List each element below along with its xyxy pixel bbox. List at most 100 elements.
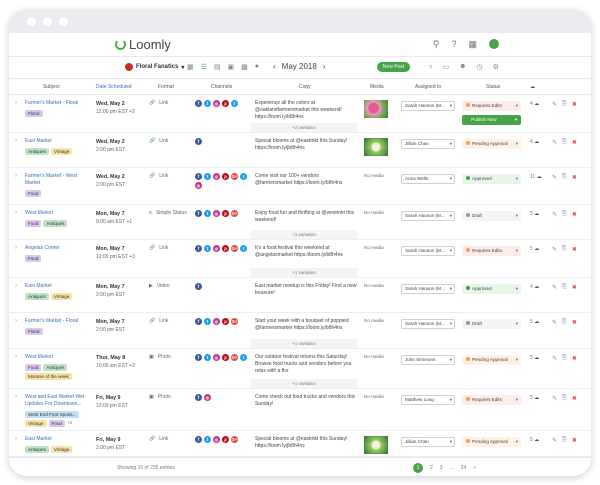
- variation-toggle[interactable]: +2 variation: [251, 123, 357, 132]
- search-icon[interactable]: ⚲: [433, 39, 440, 50]
- expand-chevron-icon[interactable]: ›: [15, 318, 17, 324]
- post-copy[interactable]: Come check out food trucks and vendors t…: [255, 394, 357, 408]
- status-select[interactable]: Pending Approval: [462, 139, 521, 149]
- tag[interactable]: Antiques: [43, 364, 68, 371]
- variation-toggle[interactable]: +1 variation: [251, 268, 357, 277]
- grid-icon[interactable]: ▦: [468, 39, 477, 50]
- bulb-icon[interactable]: ●: [255, 63, 259, 71]
- copy-icon[interactable]: ⎘: [562, 101, 567, 108]
- page-button[interactable]: 24: [461, 465, 467, 471]
- assignee-select[interactable]: John Simmons: [401, 355, 455, 365]
- comments-count[interactable]: 5 ☁: [530, 355, 539, 361]
- comments-count[interactable]: 5 ☁: [530, 211, 539, 217]
- variation-toggle[interactable]: +1 variation: [251, 339, 357, 348]
- expand-chevron-icon[interactable]: ›: [15, 394, 17, 400]
- list-view-icon[interactable]: ☰: [201, 63, 207, 71]
- copy-icon[interactable]: ⎘: [562, 174, 567, 181]
- avatar[interactable]: [489, 39, 499, 49]
- ideas-view-icon[interactable]: ▣: [228, 63, 235, 71]
- edit-icon[interactable]: ✎: [552, 319, 557, 326]
- page-button[interactable]: ...: [450, 465, 454, 471]
- tag[interactable]: Food: [25, 220, 42, 227]
- assignee-select[interactable]: Sarah Hanson (M...: [401, 319, 455, 329]
- post-subject-link[interactable]: East Market: [25, 436, 87, 443]
- copy-icon[interactable]: ⎘: [562, 246, 567, 253]
- status-select[interactable]: Requires Edits: [462, 395, 521, 405]
- trash-icon[interactable]: ✖: [572, 355, 577, 362]
- print-icon[interactable]: ▭: [443, 63, 450, 71]
- trash-icon[interactable]: ✖: [572, 246, 577, 253]
- expand-chevron-icon[interactable]: ›: [15, 354, 17, 360]
- tag[interactable]: Food: [25, 190, 42, 197]
- filter-icon[interactable]: ▿: [429, 63, 433, 71]
- edit-icon[interactable]: ✎: [552, 284, 557, 291]
- tag[interactable]: Floral: [25, 328, 43, 335]
- expand-chevron-icon[interactable]: ›: [15, 436, 17, 442]
- gear-icon[interactable]: ⚙: [493, 63, 499, 71]
- post-copy[interactable]: Come visit our 100+ vendors @farmersmark…: [255, 173, 357, 187]
- expand-chevron-icon[interactable]: ›: [15, 138, 17, 144]
- comments-count[interactable]: 5 ☁: [530, 437, 539, 443]
- comments-count[interactable]: 4 ☁: [530, 139, 539, 145]
- page-button[interactable]: 2: [430, 465, 433, 471]
- tag[interactable]: West End Foot Spons...: [25, 411, 80, 418]
- tag[interactable]: Vintage: [50, 446, 73, 453]
- comments-count[interactable]: 5 ☁: [530, 246, 539, 252]
- clock-icon[interactable]: ◷: [477, 63, 483, 71]
- tag[interactable]: Vintage: [50, 148, 73, 155]
- status-select[interactable]: Approved: [462, 284, 521, 294]
- comments-count[interactable]: 5 ☁: [530, 319, 539, 325]
- comments-count[interactable]: 4 ☁: [530, 284, 539, 290]
- status-select[interactable]: Pending Approval: [462, 437, 521, 447]
- status-select[interactable]: Requires Edits: [462, 101, 521, 111]
- copy-icon[interactable]: ⎘: [562, 139, 567, 146]
- trash-icon[interactable]: ✖: [572, 395, 577, 402]
- column-subject[interactable]: Subject: [43, 84, 60, 90]
- post-subject-link[interactable]: Farmer's Market - Floral: [25, 100, 87, 107]
- post-subject-link[interactable]: East Market: [25, 138, 87, 145]
- copy-icon[interactable]: ⎘: [562, 319, 567, 326]
- post-subject-link[interactable]: West Market: [25, 354, 87, 361]
- calendar-view-icon[interactable]: ▦: [187, 63, 194, 71]
- tag[interactable]: Vintage: [50, 293, 73, 300]
- copy-icon[interactable]: ⎘: [562, 395, 567, 402]
- media-thumbnail[interactable]: [364, 138, 388, 156]
- copy-icon[interactable]: ⎘: [562, 437, 567, 444]
- post-copy[interactable]: Experience all the colors at @oaklandfar…: [255, 100, 357, 121]
- page-button[interactable]: »: [473, 465, 476, 471]
- assignee-select[interactable]: Sarah Hanson (M...: [401, 101, 455, 111]
- edit-icon[interactable]: ✎: [552, 437, 557, 444]
- copy-icon[interactable]: ⎘: [562, 284, 567, 291]
- post-copy[interactable]: Special blooms at @eastmkt this Sunday! …: [255, 436, 357, 450]
- post-copy[interactable]: It's a food festival this weekend at @an…: [255, 245, 357, 259]
- status-select[interactable]: Requires Edits: [462, 246, 521, 256]
- assignee-select[interactable]: Jillian Chan: [401, 139, 455, 149]
- tag[interactable]: Antiques: [25, 293, 49, 300]
- status-select[interactable]: Pending Approval: [462, 355, 521, 365]
- expand-chevron-icon[interactable]: ›: [15, 283, 17, 289]
- variation-toggle[interactable]: +1 variation: [251, 230, 357, 239]
- calendar-selector[interactable]: Floral Fanatics ▾: [125, 63, 184, 71]
- tag[interactable]: Moosse of the week: [25, 373, 72, 380]
- new-post-button[interactable]: New Post: [377, 62, 410, 72]
- trash-icon[interactable]: ✖: [572, 284, 577, 291]
- edit-icon[interactable]: ✎: [552, 139, 557, 146]
- media-thumbnail[interactable]: [364, 436, 388, 454]
- stats-view-icon[interactable]: ▩: [241, 63, 248, 71]
- trash-icon[interactable]: ✖: [572, 174, 577, 181]
- assignee-select[interactable]: Anna Wells: [401, 174, 455, 184]
- assignee-select[interactable]: Sarah Hanson (M...: [401, 211, 455, 221]
- edit-icon[interactable]: ✎: [552, 211, 557, 218]
- tag[interactable]: Food: [25, 255, 42, 262]
- page-button[interactable]: 3: [440, 465, 443, 471]
- post-subject-link[interactable]: West Market: [25, 210, 87, 217]
- edit-icon[interactable]: ✎: [552, 246, 557, 253]
- tag[interactable]: Antiques: [25, 148, 49, 155]
- post-copy[interactable]: Start your week with a bouquet of poppie…: [255, 318, 357, 332]
- posts-view-icon[interactable]: ▤: [214, 63, 221, 71]
- comments-count[interactable]: 11 ☁: [530, 174, 542, 180]
- expand-chevron-icon[interactable]: ›: [15, 100, 17, 106]
- logo[interactable]: Loomly: [115, 37, 171, 52]
- column-date[interactable]: Date Scheduled: [96, 84, 132, 90]
- copy-icon[interactable]: ⎘: [562, 211, 567, 218]
